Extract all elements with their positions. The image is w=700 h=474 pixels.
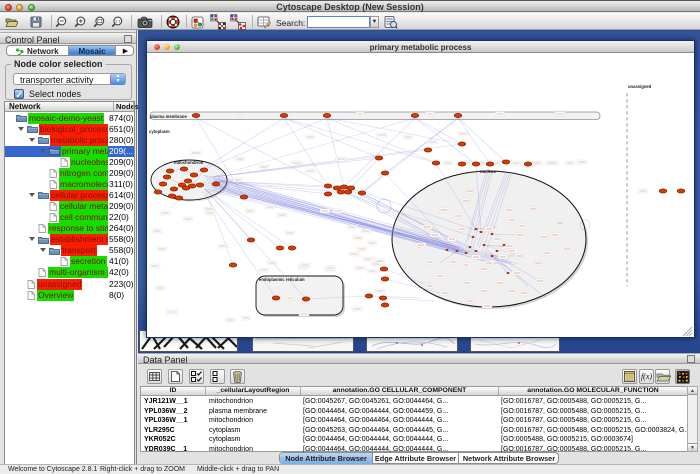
svg-text:unassigned: unassigned <box>628 84 652 89</box>
svg-text:cytoplasm: cytoplasm <box>149 129 170 134</box>
svg-text:nucleus: nucleus <box>480 169 496 174</box>
svg-text:endoplasmic reticulum: endoplasmic reticulum <box>259 277 305 282</box>
svg-text:1:1: 1:1 <box>115 19 121 24</box>
svg-text:plasma membrane: plasma membrane <box>150 114 187 119</box>
svg-text:f(x): f(x) <box>641 372 652 381</box>
svg-text:mitochondrion: mitochondrion <box>174 160 204 165</box>
